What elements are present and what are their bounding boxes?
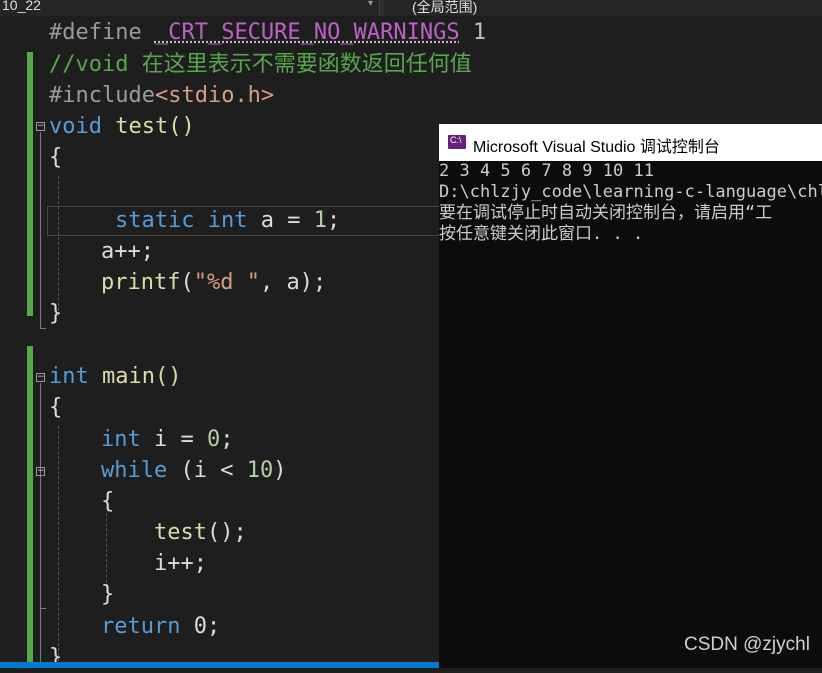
- include-file: <stdio.h>: [154, 83, 275, 108]
- code-line-while[interactable]: while (i < 10): [101, 456, 286, 486]
- collapse-icon[interactable]: −: [36, 122, 45, 131]
- keyword-int: int: [207, 208, 248, 233]
- semicolon: ;: [220, 427, 234, 452]
- number-10: 10: [246, 458, 274, 483]
- collapse-icon[interactable]: −: [36, 467, 45, 476]
- include-directive: #include: [49, 83, 155, 108]
- call-parens: ();: [206, 520, 247, 545]
- scope-dropdown[interactable]: 10_22: [0, 0, 380, 16]
- console-title-bar[interactable]: C:\ Microsoft Visual Studio 调试控制台: [439, 124, 822, 161]
- navigation-bar: 10_22 ▾ (全局范围): [0, 0, 822, 16]
- while-condition: (i <: [167, 458, 247, 483]
- code-line-static[interactable]: static int a = 1;: [115, 206, 340, 236]
- function-printf: printf: [101, 270, 181, 295]
- macro-name: _CRT_SECURE_NO_WARNINGS: [154, 20, 460, 45]
- keyword-void: void: [49, 114, 102, 139]
- function-call-test: test: [154, 520, 207, 545]
- change-indicator: [27, 52, 33, 316]
- fold-end: [40, 608, 46, 609]
- code-line-include[interactable]: #include<stdio.h>: [49, 81, 274, 111]
- keyword-int: int: [101, 427, 141, 452]
- code-line-main-signature[interactable]: int main(): [49, 362, 181, 392]
- macro-value: 1: [459, 20, 487, 45]
- keyword-int: int: [49, 364, 89, 389]
- code-line-test-call[interactable]: test();: [154, 518, 247, 548]
- paren-open: (: [180, 270, 194, 295]
- code-line-brace-close[interactable]: }: [101, 580, 114, 610]
- keyword-return: return: [101, 614, 181, 639]
- range-dropdown-value: (全局范围): [412, 0, 478, 15]
- code-line-i-increment[interactable]: i++;: [154, 549, 207, 579]
- console-output-line: 按任意键关闭此窗口. . .: [439, 224, 644, 244]
- number-1: 1: [313, 208, 327, 233]
- code-line-brace-open[interactable]: {: [101, 487, 114, 517]
- function-name-main: main(): [88, 364, 182, 389]
- collapse-icon[interactable]: −: [36, 373, 45, 382]
- visual-studio-console-icon: C:\: [448, 135, 466, 149]
- console-output-line: 要在调试停止时自动关闭控制台，请启用“工: [439, 203, 773, 223]
- status-bar: [0, 662, 439, 668]
- scope-dropdown-value: 10_22: [2, 0, 41, 13]
- code-line-printf[interactable]: printf("%d ", a);: [101, 268, 326, 298]
- watermark: CSDN @zjychl: [684, 634, 810, 655]
- variable-a-decl: a =: [247, 208, 314, 233]
- chevron-down-icon[interactable]: ▾: [368, 0, 373, 9]
- semicolon: ;: [326, 208, 341, 233]
- printf-args: , a);: [259, 270, 327, 295]
- format-string: "%d ": [193, 270, 260, 295]
- console-output-line: D:\chlzjy_code\learning-c-language\chl2: [439, 182, 822, 202]
- keyword-static: static: [115, 208, 195, 233]
- indent-guide: [58, 176, 59, 316]
- debug-console-window[interactable]: C:\ Microsoft Visual Studio 调试控制台 2 3 4 …: [439, 124, 822, 668]
- change-indicator: [27, 346, 33, 668]
- code-line-brace-open[interactable]: {: [49, 143, 62, 173]
- function-name-test: test(): [101, 114, 195, 139]
- define-directive: #define: [49, 20, 155, 45]
- console-output-line: 2 3 4 5 6 7 8 9 10 11: [439, 161, 654, 181]
- console-output-area[interactable]: 2 3 4 5 6 7 8 9 10 11 D:\chlzjy_code\lea…: [439, 161, 822, 668]
- code-line-return[interactable]: return 0;: [101, 612, 220, 642]
- fold-guide: [40, 132, 41, 328]
- keyword-while: while: [101, 458, 168, 483]
- fold-guide: [40, 383, 41, 668]
- indent-guide: [58, 426, 59, 661]
- number-0: 0: [206, 427, 221, 452]
- code-line-i-decl[interactable]: int i = 0;: [101, 425, 233, 455]
- code-line-test-signature[interactable]: void test(): [49, 112, 195, 142]
- code-line-a-increment[interactable]: a++;: [101, 237, 154, 267]
- code-line-brace-open[interactable]: {: [49, 393, 62, 423]
- code-line-comment[interactable]: //void 在这里表示不需要函数返回任何值: [49, 50, 472, 80]
- code-line-brace-close[interactable]: }: [49, 299, 62, 329]
- variable-i-decl: i =: [140, 427, 207, 452]
- return-value: 0;: [180, 614, 221, 639]
- console-title: Microsoft Visual Studio 调试控制台: [473, 139, 720, 156]
- code-line-define[interactable]: #define _CRT_SECURE_NO_WARNINGS 1: [49, 18, 486, 48]
- range-dropdown[interactable]: (全局范围): [384, 0, 822, 16]
- code-line-brace-close[interactable]: }: [49, 643, 62, 673]
- paren-close: ): [273, 458, 287, 483]
- fold-end: [40, 328, 46, 329]
